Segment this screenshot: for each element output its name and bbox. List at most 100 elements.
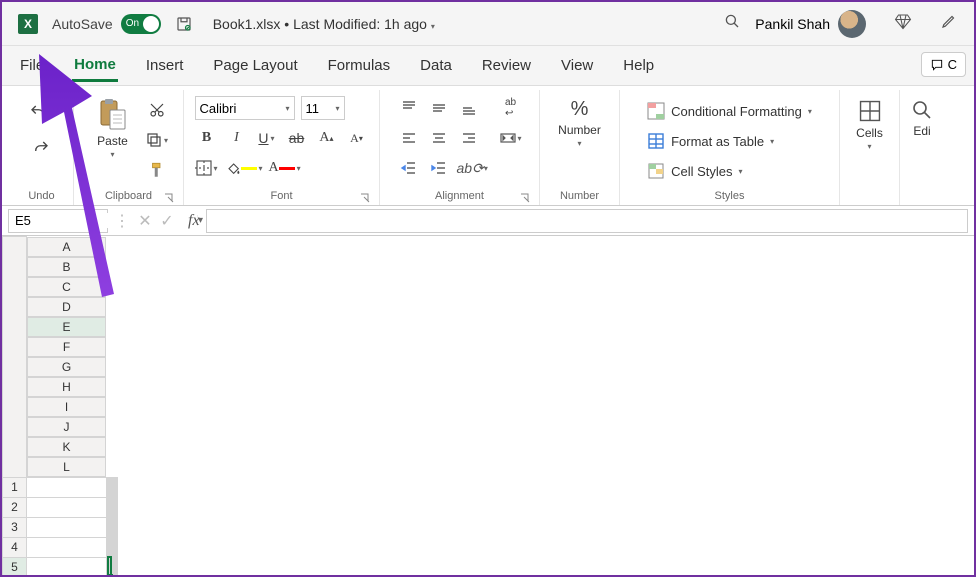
tab-file[interactable]: File [18,51,46,80]
autosave-toggle[interactable]: On [121,14,161,34]
tab-page-layout[interactable]: Page Layout [211,51,299,80]
group-editing: Edi [900,90,944,205]
align-left-button[interactable] [397,126,421,150]
formula-bar: ▾ ⋮ ✕ ✓ fx [2,206,974,236]
ribbon: ▾ Undo Paste▾ ▾ Clipboard [2,86,974,206]
copy-button[interactable]: ▾ [145,128,169,152]
font-launcher[interactable] [359,192,371,204]
editing-button[interactable]: Edi [902,92,942,138]
clipboard-launcher[interactable] [163,192,175,204]
column-header[interactable]: H [27,377,106,397]
strikethrough-button[interactable]: ab [285,126,309,150]
conditional-formatting-button[interactable]: Conditional Formatting▾ [647,98,812,124]
increase-indent-button[interactable] [427,156,451,180]
decrease-indent-button[interactable] [397,156,421,180]
enter-formula-icon[interactable]: ✓ [158,211,176,231]
number-format-button[interactable]: % Number▾ [550,92,610,148]
diamond-icon[interactable] [894,12,912,35]
formula-input[interactable] [206,209,968,233]
align-bottom-button[interactable] [457,96,481,120]
cell[interactable] [27,557,107,575]
merge-center-button[interactable]: ▾ [499,126,523,150]
borders-button[interactable]: ▾ [195,156,219,180]
cut-button[interactable] [145,98,169,122]
row-header[interactable]: 5 [3,557,27,575]
group-number: % Number▾ Number [540,90,620,205]
align-top-button[interactable] [397,96,421,120]
fill-color-button[interactable]: ▾ [225,156,263,180]
font-name-combo[interactable]: Calibri▾ [195,96,295,120]
cell[interactable] [116,517,117,537]
orientation-button[interactable]: ab⟳▾ [457,156,488,180]
cell[interactable] [116,477,117,497]
underline-button[interactable]: U▾ [255,126,279,150]
fx-icon[interactable]: fx [188,212,200,230]
title-bar: X AutoSave On Book1.xlsx • Last Modified… [2,2,974,46]
cell[interactable] [27,537,107,557]
column-header[interactable]: E [27,317,106,337]
align-center-button[interactable] [427,126,451,150]
align-middle-button[interactable] [427,96,451,120]
column-header[interactable]: L [27,457,106,477]
name-box[interactable]: ▾ [8,209,108,233]
italic-button[interactable]: I [225,126,249,150]
column-header[interactable]: J [27,417,106,437]
cell[interactable] [27,477,107,497]
column-header[interactable]: A [27,237,106,257]
tab-help[interactable]: Help [621,51,656,80]
user-account[interactable]: Pankil Shah [755,10,866,38]
cell[interactable] [27,517,107,537]
cell[interactable] [116,497,117,517]
align-right-button[interactable] [457,126,481,150]
column-header[interactable]: K [27,437,106,457]
spreadsheet-grid[interactable]: ABCDEFGHIJKL123456789101112 [2,236,974,575]
row-header[interactable]: 4 [3,537,27,557]
avatar [838,10,866,38]
increase-font-button[interactable]: A▴ [315,126,339,150]
paste-button[interactable]: Paste▾ [89,92,137,159]
pen-icon[interactable] [940,12,958,35]
row-header[interactable]: 3 [3,517,27,537]
font-color-button[interactable]: A▾ [269,156,301,180]
cell[interactable] [116,557,117,575]
cell[interactable] [109,557,110,575]
autosave-label: AutoSave [52,16,113,32]
column-header[interactable]: I [27,397,106,417]
tab-view[interactable]: View [559,51,595,80]
conditional-formatting-icon [647,102,665,120]
cell[interactable] [116,537,117,557]
column-header[interactable]: C [27,277,106,297]
redo-button[interactable] [29,136,53,160]
format-as-table-button[interactable]: Format as Table▾ [647,128,774,154]
column-header[interactable]: F [27,337,106,357]
tab-insert[interactable]: Insert [144,51,186,80]
format-painter-button[interactable] [145,158,169,182]
column-header[interactable]: D [27,297,106,317]
format-as-table-icon [647,132,665,150]
group-label-font: Font [270,190,292,202]
group-clipboard: Paste▾ ▾ Clipboard [74,90,184,205]
font-size-combo[interactable]: 11▾ [301,96,345,120]
tab-review[interactable]: Review [480,51,533,80]
cancel-formula-icon[interactable]: ✕ [136,211,154,231]
alignment-launcher[interactable] [519,192,531,204]
wrap-text-button[interactable]: ab↩ [499,96,523,120]
undo-button[interactable]: ▾ [29,100,53,124]
tab-formulas[interactable]: Formulas [326,51,393,80]
search-icon[interactable] [723,12,741,35]
tab-home[interactable]: Home [72,50,118,82]
cell[interactable] [27,497,107,517]
bold-button[interactable]: B [195,126,219,150]
decrease-font-button[interactable]: A▾ [345,126,369,150]
save-icon[interactable] [175,15,193,33]
cell-styles-button[interactable]: Cell Styles▾ [647,158,742,184]
column-header[interactable]: B [27,257,106,277]
comments-button[interactable]: C [921,52,966,77]
tab-data[interactable]: Data [418,51,454,80]
column-header[interactable]: G [27,357,106,377]
cells-button[interactable]: Cells▾ [845,92,895,151]
row-header[interactable]: 2 [3,497,27,517]
group-alignment: ab↩ ▾ ab⟳▾ Alignment [380,90,540,205]
row-header[interactable]: 1 [3,477,27,497]
document-title[interactable]: Book1.xlsx • Last Modified: 1h ago ▾ [213,16,435,32]
